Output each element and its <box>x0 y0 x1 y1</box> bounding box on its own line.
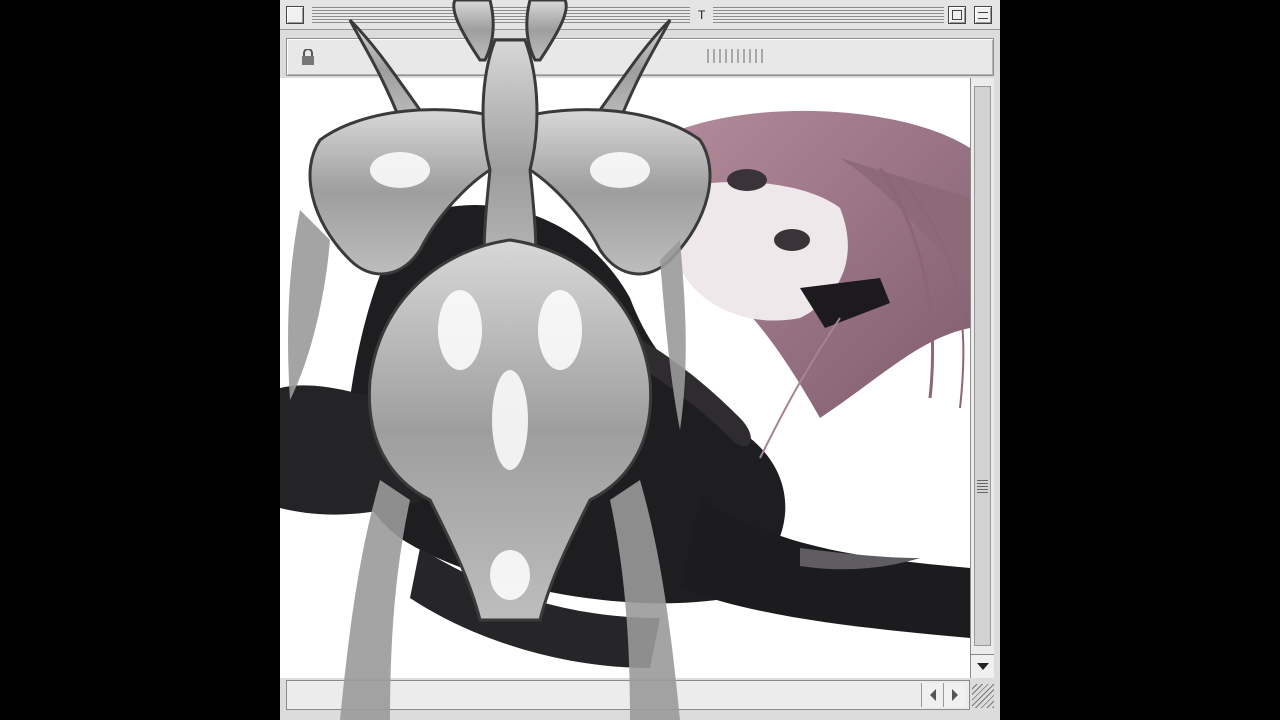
close-box-icon[interactable] <box>286 6 304 24</box>
vertical-scroll-thumb[interactable] <box>974 86 991 646</box>
resize-grip-icon[interactable] <box>972 684 994 708</box>
window-title: T <box>690 7 714 23</box>
scroll-thumb-grip <box>977 480 988 494</box>
arrow-left-icon[interactable] <box>921 683 943 707</box>
anime-figure-image <box>280 78 970 678</box>
arrow-down-icon[interactable] <box>971 654 994 678</box>
lock-icon[interactable] <box>301 49 315 65</box>
title-bar-stripes <box>312 7 944 23</box>
horizontal-scrollbar[interactable] <box>286 680 970 710</box>
zoom-box-icon[interactable] <box>948 6 966 24</box>
collapse-box-icon[interactable] <box>974 6 992 24</box>
vertical-scrollbar[interactable] <box>970 78 994 678</box>
browser-window: T <box>280 0 1000 720</box>
arrow-right-icon[interactable] <box>943 683 965 707</box>
title-bar[interactable]: T <box>280 0 1000 30</box>
content-pane <box>280 78 970 678</box>
info-bar-texture <box>707 49 765 63</box>
security-info-bar <box>286 38 994 76</box>
